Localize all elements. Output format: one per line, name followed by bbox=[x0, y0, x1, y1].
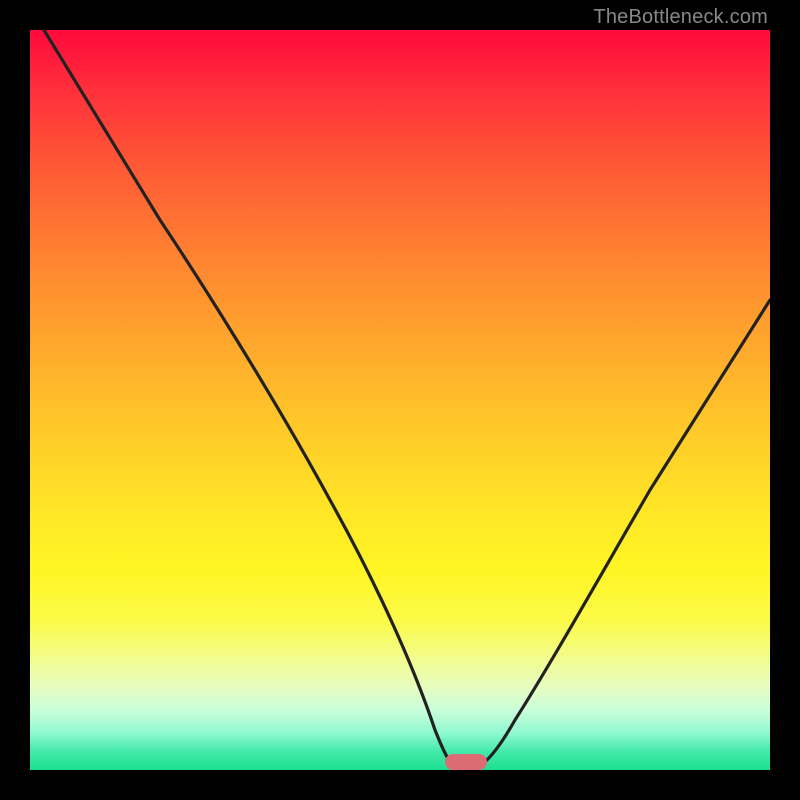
curve-path bbox=[44, 30, 770, 768]
watermark-text: TheBottleneck.com bbox=[593, 6, 768, 29]
chart-frame: TheBottleneck.com bbox=[0, 0, 800, 800]
bottleneck-curve bbox=[30, 30, 770, 770]
optimum-marker bbox=[445, 754, 487, 770]
